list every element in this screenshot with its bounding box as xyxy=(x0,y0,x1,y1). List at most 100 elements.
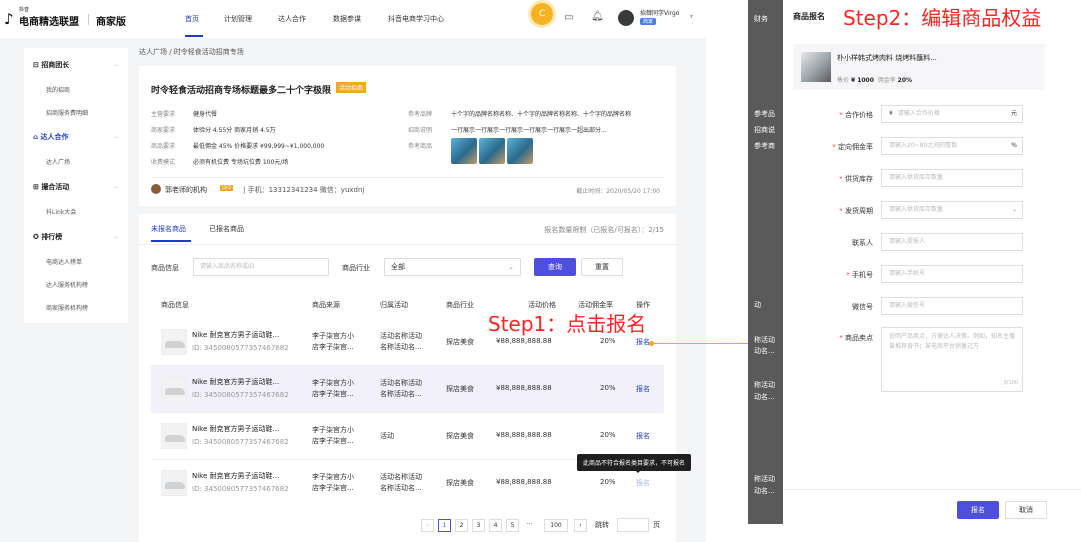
ref-product-thumb[interactable] xyxy=(507,138,533,164)
product-rate: 20% xyxy=(600,337,616,345)
reset-button[interactable]: 重置 xyxy=(581,258,623,276)
divider xyxy=(783,489,1081,490)
signup-link[interactable]: 报名 xyxy=(636,384,650,394)
sidebar-item-talent-org-rank[interactable]: 达人服务机构榜 xyxy=(46,280,88,289)
disabled-tooltip: 此商品不符合报名类目要求，不可报名 xyxy=(577,454,692,473)
stock-input[interactable]: 请输入供货库存数量 xyxy=(881,169,1023,187)
page-button[interactable]: 100 xyxy=(544,519,568,532)
product-name[interactable]: Nike 耐克官方男子运动鞋... xyxy=(192,377,279,387)
kv-key: 参考商品 xyxy=(408,143,433,150)
product-industry: 探店美食 xyxy=(446,479,474,487)
kv-value: 必须有机位费 专场坑位费 100元/场 xyxy=(193,159,289,166)
campaign-card: 时令轻食活动招商专场标题最多二十个字极限 活动招商 主营要求 健身代餐 商家要求… xyxy=(139,66,676,206)
ref-product-thumb[interactable] xyxy=(479,138,505,164)
signup-link[interactable]: 报名 xyxy=(636,431,650,441)
chevron-down-icon[interactable]: ▾ xyxy=(690,13,693,20)
tab-unsigned[interactable]: 未报名商品 xyxy=(151,224,186,234)
user-name[interactable]: 抬肆同学Virgo xyxy=(640,8,679,17)
field-label: * 发货周期 xyxy=(839,207,873,215)
industry-select[interactable]: 全部 ⌄ xyxy=(384,258,521,276)
page-button[interactable]: 1 xyxy=(438,519,451,532)
step1-annotation: Step1：点击报名 xyxy=(488,312,647,336)
product-id: ID: 3450080577357467682 xyxy=(192,391,289,399)
sidebar-item-link-conf[interactable]: 抖Link大会 xyxy=(46,207,76,216)
col-header: 商品来源 xyxy=(312,301,340,309)
chevron-up-icon[interactable]: ︿ xyxy=(114,233,119,240)
submit-signup-button[interactable]: 报名 xyxy=(957,501,999,519)
chevron-up-icon[interactable]: ︿ xyxy=(114,133,119,140)
ref-product-thumb[interactable] xyxy=(451,138,477,164)
product-source: 李子柒官方小 店李子柒官... xyxy=(312,379,354,398)
sidebar-item-merchant-org-rank[interactable]: 商家服务机构榜 xyxy=(46,303,88,312)
product-source: 李子柒官方小 店李子柒官... xyxy=(312,332,354,351)
sidebar-section-ranking[interactable]: ✪ 排行榜 xyxy=(33,232,62,242)
page-button[interactable]: 3 xyxy=(472,519,485,532)
table-row: Nike 耐克官方男子运动鞋... ID: 345008057735746768… xyxy=(151,366,664,412)
product-industry: 探店美食 xyxy=(446,432,474,440)
coop-price-input[interactable]: ¥ 请输入合作价格元 xyxy=(881,105,1023,123)
signup-drawer: 商品报名 Step2：编辑商品权益 朴小样韩式烤肉料 烧烤料蘸料... 售价 ¥… xyxy=(783,0,1081,524)
wechat-input[interactable]: 请输入微信号 xyxy=(881,297,1023,315)
nav-learning[interactable]: 抖音电商学习中心 xyxy=(388,14,444,24)
sidebar-item-my-recruit[interactable]: 我的招商 xyxy=(46,85,70,94)
kv-key: 商品要求 xyxy=(151,143,176,150)
org-name[interactable]: 郭老师的机构 xyxy=(165,185,207,195)
brand-name: 电商精选联盟 xyxy=(19,17,79,28)
jump-page-input[interactable] xyxy=(617,518,649,532)
signup-link-disabled[interactable]: 报名 xyxy=(636,478,650,488)
query-button[interactable]: 查询 xyxy=(534,258,576,276)
kv-value: 健身代餐 xyxy=(193,111,218,118)
product-search-input[interactable]: 请输入商品名称或ID xyxy=(193,258,329,276)
contact-input[interactable]: 请输入提报人 xyxy=(881,233,1023,251)
kv-value: 最低佣金 45% 价格要求 ¥99,999~¥1,000,000 xyxy=(193,143,325,150)
product-source: 李子柒官方小 店李子柒官... xyxy=(312,426,354,445)
sidebar-item-fee-detail[interactable]: 招商服务费明细 xyxy=(46,108,88,117)
chevron-up-icon[interactable]: ︿ xyxy=(114,183,119,190)
field-label: * 供货库存 xyxy=(839,175,873,183)
nav-talent[interactable]: 达人合作 xyxy=(278,14,306,24)
tab-signed[interactable]: 已报名商品 xyxy=(209,224,244,234)
product-price: ¥88,888,888.88 xyxy=(496,337,552,345)
backdrop-text: 称活动 xyxy=(754,381,775,389)
message-icon[interactable]: ▭ xyxy=(564,12,573,23)
table-row: Nike 耐克官方男子运动鞋... ID: 345008057735746768… xyxy=(151,413,664,459)
delivery-cycle-select[interactable]: 请输入供货库存数量 ⌄ xyxy=(881,201,1023,219)
phone-input[interactable]: 请输入手机号 xyxy=(881,265,1023,283)
modal-backdrop[interactable] xyxy=(748,0,783,524)
sidebar-section-matching[interactable]: ⊞ 撮合活动 xyxy=(33,182,69,192)
col-header: 商品信息 xyxy=(161,301,189,309)
breadcrumb[interactable]: 达人广场 / 时令轻食活动招商专场 xyxy=(139,47,244,57)
product-name[interactable]: Nike 耐克官方男子运动鞋... xyxy=(192,471,279,481)
nav-home[interactable]: 首页 xyxy=(185,14,199,24)
sidebar-section-talent[interactable]: ⌂ 达人合作 xyxy=(33,132,68,142)
product-price: ¥88,888,888.88 xyxy=(496,384,552,392)
sidebar-item-talent-square[interactable]: 达人广场 xyxy=(46,157,70,166)
product-name[interactable]: Nike 耐克官方男子运动鞋... xyxy=(192,424,279,434)
org-avatar xyxy=(151,184,161,194)
backdrop-text: 称活动 xyxy=(754,475,775,483)
field-label: * 合作价格 xyxy=(839,111,873,119)
org-level-badge: LV3 xyxy=(220,185,233,191)
sidebar: ⊟ 招商团长 ︿ 我的招商 招商服务费明细 ⌂ 达人合作 ︿ 达人广场 ⊞ 撮合… xyxy=(24,48,128,323)
nav-data[interactable]: 数据参谋 xyxy=(333,14,361,24)
chevron-up-icon[interactable]: ︿ xyxy=(114,61,119,68)
product-id: ID: 3450080577357467682 xyxy=(192,438,289,446)
commission-rate-input[interactable]: 请输入20~80之间的整数% xyxy=(881,137,1023,155)
cancel-button[interactable]: 取消 xyxy=(1005,501,1047,519)
top-nav: ♪ 抖音 电商精选联盟 商家版 首页 计划管理 达人合作 数据参谋 抖音电商学习… xyxy=(0,0,706,38)
prev-page-button[interactable]: ‹ xyxy=(421,519,434,532)
selling-point-textarea[interactable]: 说明产品卖点，方便达人决策。例如，知名主播曾推荐背书；某电商平台销量过万 0/10… xyxy=(881,327,1023,392)
sidebar-item-talent-rank[interactable]: 电商达人榜单 xyxy=(46,257,82,266)
page-button[interactable]: 2 xyxy=(455,519,468,532)
bell-icon[interactable]: 🔔︎ xyxy=(591,11,604,22)
sidebar-section-merchant[interactable]: ⊟ 招商团长 xyxy=(33,60,69,70)
divider xyxy=(151,177,664,178)
page-button[interactable]: 4 xyxy=(489,519,502,532)
product-name[interactable]: Nike 耐克官方男子运动鞋... xyxy=(192,330,279,340)
avatar[interactable] xyxy=(618,10,634,26)
notification-badge[interactable]: C xyxy=(531,3,553,25)
signup-link[interactable]: 报名 xyxy=(636,337,650,347)
next-page-button[interactable]: › xyxy=(574,519,587,532)
page-button[interactable]: 5 xyxy=(506,519,519,532)
nav-plan[interactable]: 计划管理 xyxy=(224,14,252,24)
